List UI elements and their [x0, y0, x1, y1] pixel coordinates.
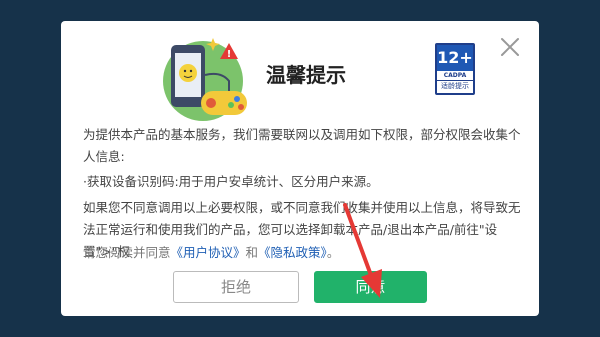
consent-suffix: 。	[326, 245, 340, 260]
permission-intro-text: 为提供本产品的基本服务，我们需要联网以及调用如下权限，部分权限会收集个人信息:	[83, 127, 521, 164]
age-rating-number: 12+	[437, 45, 473, 71]
privacy-policy-link[interactable]: 《隐私政策》	[258, 245, 327, 260]
consent-prefix: 请您阅读并同意	[83, 245, 171, 260]
close-icon[interactable]	[499, 36, 521, 58]
consent-and: 和	[245, 245, 259, 260]
dialog-title: 温馨提示	[266, 63, 346, 87]
permission-item-device-id: ·获取设备识别码:用于用户安卓统计、区分用户来源。	[83, 174, 379, 189]
svg-text:!: !	[227, 49, 232, 60]
reject-button[interactable]: 拒绝	[173, 271, 299, 303]
user-agreement-link[interactable]: 《用户协议》	[171, 245, 246, 260]
agree-button[interactable]: 同意	[314, 271, 427, 303]
permission-dialog: ! 温馨提示 12+ CADPA 适龄提示 为提供本产品的基本服务，我们需要联网…	[61, 21, 539, 316]
age-rating-badge: 12+ CADPA 适龄提示	[435, 43, 475, 95]
consent-line: 请您阅读并同意《用户协议》和《隐私政策》。	[83, 242, 523, 264]
age-rating-org: CADPA	[443, 72, 467, 79]
age-rating-tip: 适龄提示	[437, 80, 473, 91]
game-phone-illustration: !	[163, 38, 247, 121]
